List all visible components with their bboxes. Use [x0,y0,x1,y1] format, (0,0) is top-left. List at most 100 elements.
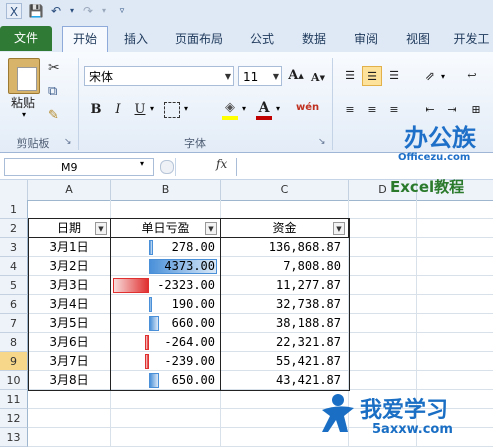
redo-icon[interactable]: ↷ [80,3,96,19]
undo-dropdown-icon[interactable]: ▾ [64,3,80,19]
insert-function-icon[interactable]: fx [216,157,227,171]
fund-cell[interactable]: 43,421.87 [221,371,341,390]
date-cell[interactable]: 3月5日 [28,314,111,333]
borders-icon[interactable] [164,102,180,118]
select-all-corner[interactable] [0,180,28,200]
profit-loss-cell[interactable]: 190.00 [111,295,215,314]
profit-loss-cell[interactable]: 660.00 [111,314,215,333]
filter-dropdown-icon[interactable]: ▼ [205,222,217,235]
date-cell[interactable]: 3月8日 [28,371,111,390]
shrink-font-button[interactable]: A▼ [308,68,328,88]
tab-view[interactable]: 视图 [396,27,440,51]
tab-formulas[interactable]: 公式 [242,27,282,51]
underline-dropdown-icon[interactable]: ▾ [150,104,154,113]
align-right-icon[interactable]: ≡ [384,100,404,120]
column-header-c[interactable]: C [221,180,349,200]
fund-cell[interactable]: 11,277.87 [221,276,341,295]
orientation-dropdown-icon[interactable]: ▾ [441,72,445,81]
row-header-10[interactable]: 10 [0,371,28,390]
row-header-2[interactable]: 2 [0,219,28,238]
paste-label[interactable]: 粘贴 [8,94,38,111]
phonetic-icon[interactable]: wén [296,102,319,113]
paste-dropdown-icon[interactable]: ▾ [22,110,26,119]
row-header-4[interactable]: 4 [0,257,28,276]
font-color-icon[interactable]: A [254,100,274,120]
bold-button[interactable]: B [86,100,106,120]
profit-loss-cell[interactable]: 650.00 [111,371,215,390]
align-top-icon[interactable]: ☰ [340,66,360,86]
tab-developer[interactable]: 开发工 [450,27,493,51]
fund-cell[interactable]: 7,808.80 [221,257,341,276]
row-header-1[interactable]: 1 [0,200,28,219]
merge-cells-icon[interactable]: ⊞ [466,100,486,120]
format-painter-icon[interactable]: ✎ [48,108,59,123]
font-color-dropdown-icon[interactable]: ▾ [276,104,280,113]
customize-icon[interactable]: ▿ [114,3,130,19]
font-size-combo[interactable]: 11 ▼ [238,66,282,86]
fill-dropdown-icon[interactable]: ▾ [242,104,246,113]
align-bottom-icon[interactable]: ☰ [384,66,404,86]
cut-icon[interactable]: ✂ [48,60,60,76]
row-header-5[interactable]: 5 [0,276,28,295]
row-header-3[interactable]: 3 [0,238,28,257]
column-header-a[interactable]: A [28,180,111,200]
font-launcher-icon[interactable]: ↘ [318,137,326,147]
row-header-6[interactable]: 6 [0,295,28,314]
decrease-indent-icon[interactable]: ⇤ [420,100,440,120]
profit-loss-cell[interactable]: 278.00 [111,238,215,257]
row-header-11[interactable]: 11 [0,390,28,409]
align-middle-icon[interactable]: ☰ [362,66,382,86]
row-header-9[interactable]: 9 [0,352,28,371]
name-box-dropdown-icon[interactable]: ▾ [140,159,144,168]
table-header-cell[interactable]: 资金 [221,219,349,238]
clipboard-launcher-icon[interactable]: ↘ [64,137,72,147]
date-cell[interactable]: 3月1日 [28,238,111,257]
font-name-combo[interactable]: 宋体 ▼ [84,66,234,86]
row-header-8[interactable]: 8 [0,333,28,352]
fund-cell[interactable]: 55,421.87 [221,352,341,371]
tab-file[interactable]: 文件 [0,26,52,51]
fund-cell[interactable]: 32,738.87 [221,295,341,314]
borders-dropdown-icon[interactable]: ▾ [184,104,188,113]
tab-page-layout[interactable]: 页面布局 [168,27,230,51]
fund-cell[interactable]: 136,868.87 [221,238,341,257]
increase-indent-icon[interactable]: ⇥ [442,100,462,120]
align-left-icon[interactable]: ≡ [340,100,360,120]
excel-app-icon[interactable]: X [6,3,22,19]
filter-dropdown-icon[interactable]: ▼ [333,222,345,235]
align-center-icon[interactable]: ≡ [362,100,382,120]
date-cell[interactable]: 3月7日 [28,352,111,371]
date-cell[interactable]: 3月3日 [28,276,111,295]
row-header-7[interactable]: 7 [0,314,28,333]
grow-font-button[interactable]: A▲ [286,66,306,86]
underline-button[interactable]: U [130,100,150,120]
copy-icon[interactable]: ⧉ [48,84,57,99]
row-header-13[interactable]: 13 [0,428,28,447]
profit-loss-cell[interactable]: -239.00 [111,352,215,371]
column-header-b[interactable]: B [111,180,221,200]
undo-icon[interactable]: ↶ [48,3,64,19]
tab-data[interactable]: 数据 [292,27,336,51]
date-cell[interactable]: 3月6日 [28,333,111,352]
date-cell[interactable]: 3月4日 [28,295,111,314]
profit-loss-cell[interactable]: -2323.00 [111,276,215,295]
date-cell[interactable]: 3月2日 [28,257,111,276]
italic-button[interactable]: I [108,100,128,120]
wrap-text-icon[interactable]: ↩ [462,66,482,86]
fill-color-icon[interactable]: ◈ [220,100,240,120]
save-icon[interactable]: 💾 [28,3,44,19]
name-box[interactable]: M9 [4,158,154,176]
redo-dropdown-icon[interactable]: ▾ [96,3,112,19]
orientation-icon[interactable]: ⇗ [420,66,440,86]
profit-loss-cell[interactable]: 4373.00 [111,257,215,276]
profit-loss-cell[interactable]: -264.00 [111,333,215,352]
tab-home[interactable]: 开始 [62,26,108,52]
tab-review[interactable]: 审阅 [346,27,386,51]
paste-icon[interactable] [8,58,40,94]
formula-collapse-icon[interactable] [160,160,174,174]
filter-dropdown-icon[interactable]: ▼ [95,222,107,235]
fund-cell[interactable]: 22,321.87 [221,333,341,352]
tab-insert[interactable]: 插入 [114,27,158,51]
fund-cell[interactable]: 38,188.87 [221,314,341,333]
row-header-12[interactable]: 12 [0,409,28,428]
